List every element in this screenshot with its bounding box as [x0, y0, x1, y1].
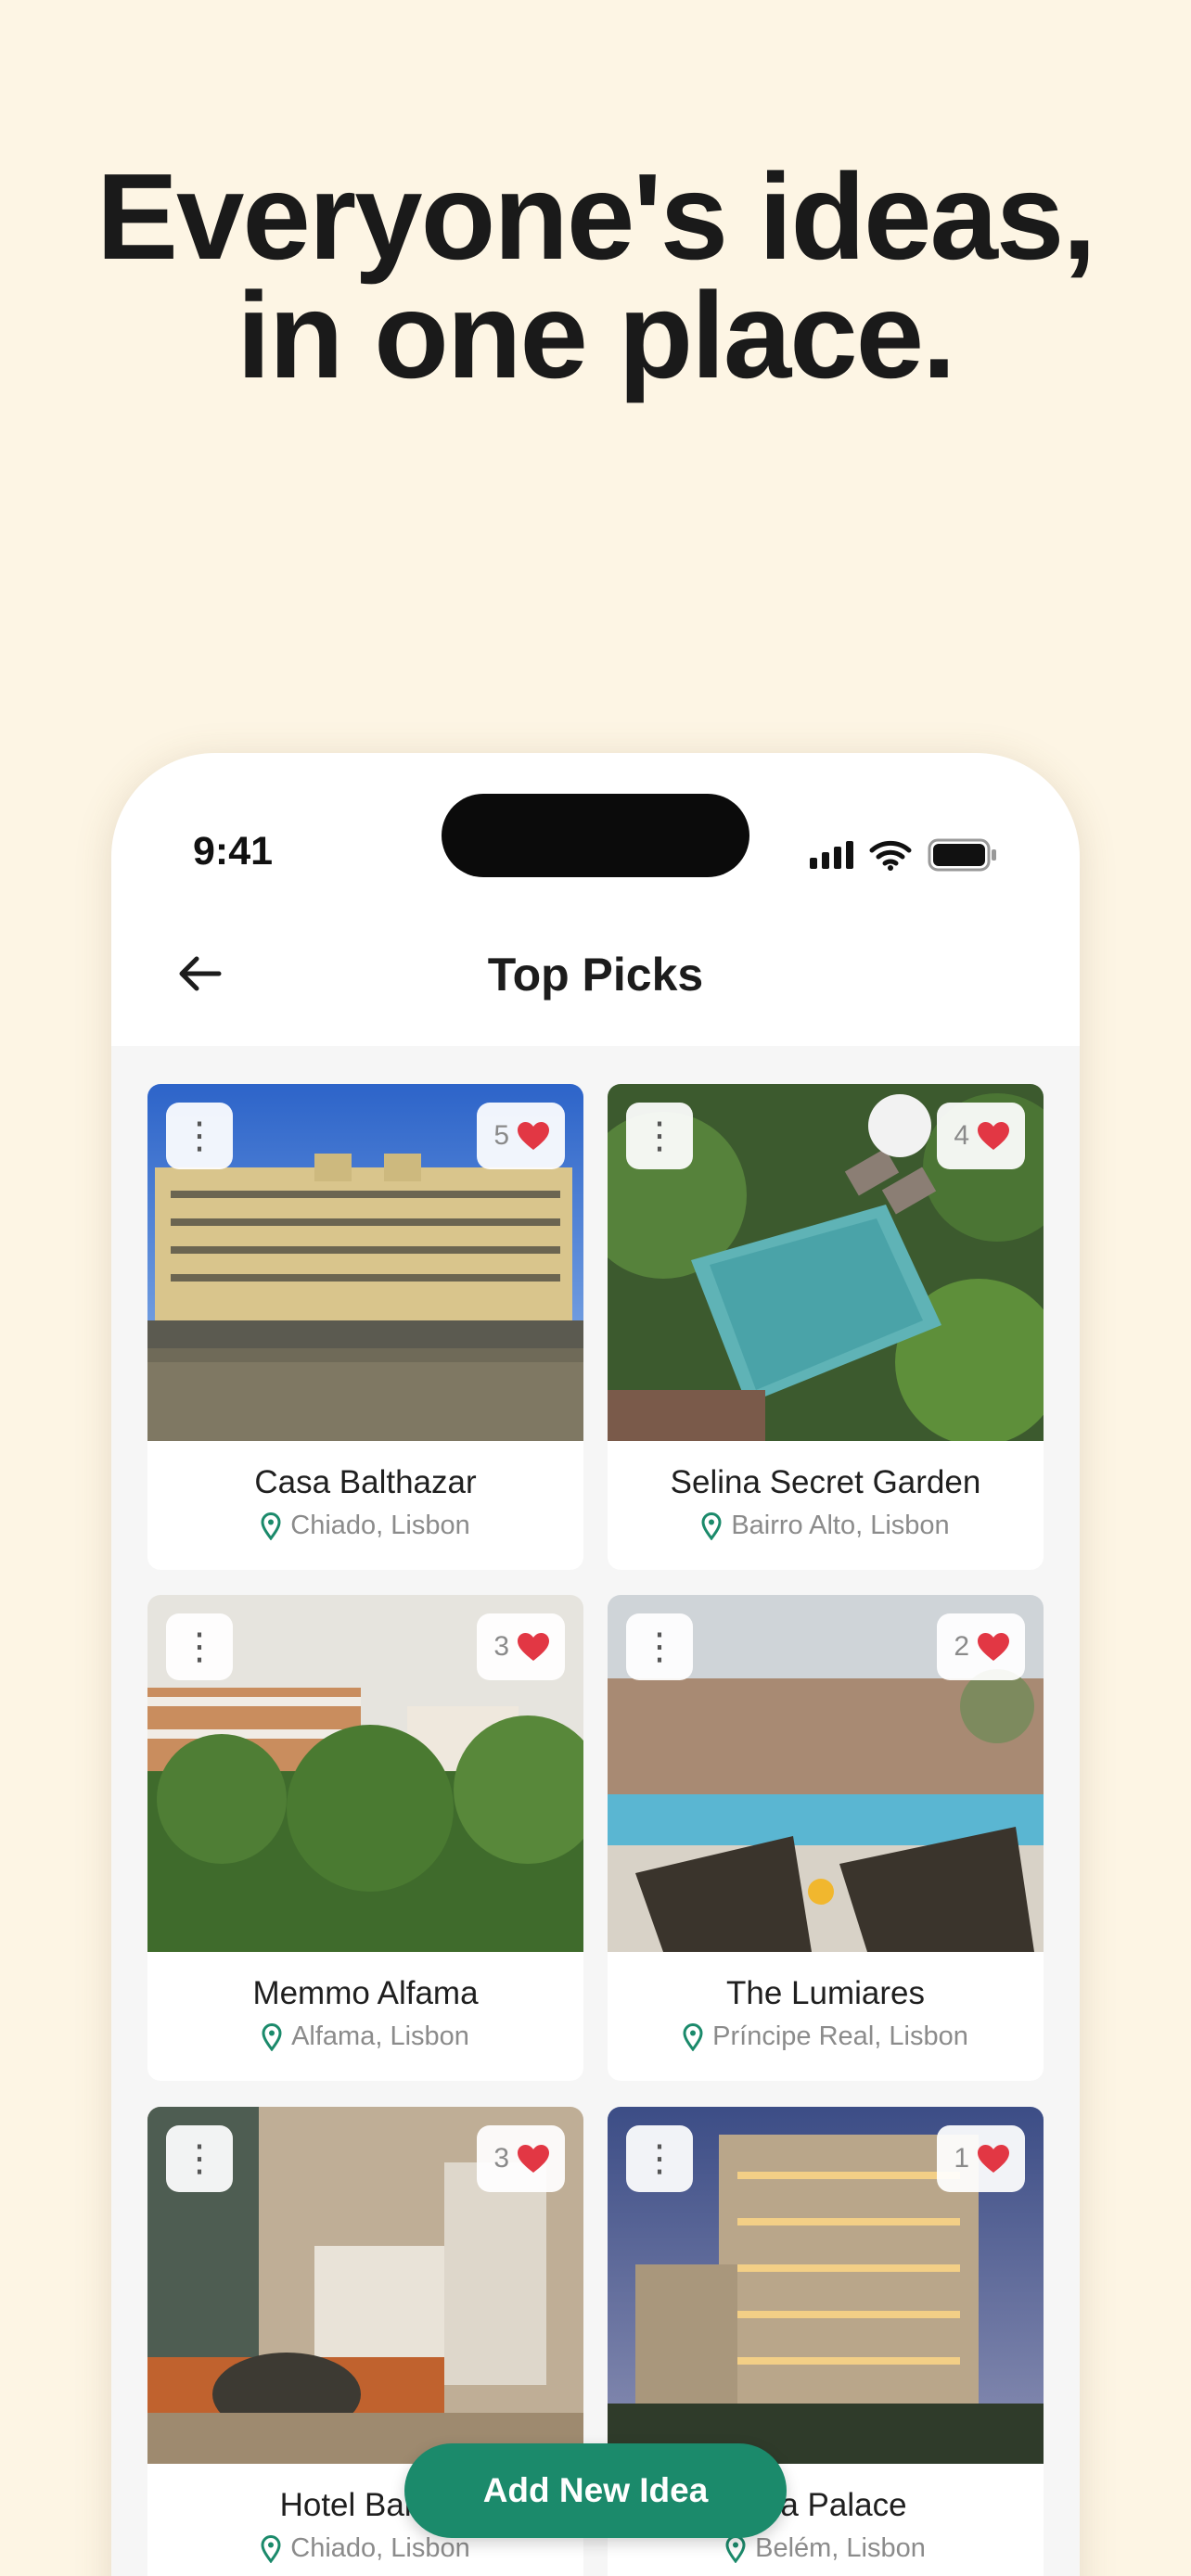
likes-badge[interactable]: 2: [937, 1613, 1025, 1680]
headline-line-1: Everyone's ideas,: [96, 148, 1096, 285]
dynamic-island: [442, 794, 749, 877]
likes-count: 5: [493, 1120, 509, 1151]
card-menu-button[interactable]: ⋮: [166, 1613, 233, 1680]
card-name: Memmo Alfama: [252, 1975, 479, 2011]
headline: Everyone's ideas, in one place.: [0, 148, 1191, 403]
status-icons: [810, 838, 998, 872]
wifi-icon: [868, 839, 913, 871]
phone-mockup: 9:41 Top Picks ⋮ 5 Casa Balthazar Chiado…: [111, 753, 1080, 2576]
likes-badge[interactable]: 5: [477, 1103, 565, 1169]
heart-icon: [978, 2145, 1009, 2173]
card-location: Príncipe Real, Lisbon: [608, 2021, 1044, 2052]
ideas-grid: ⋮ 5 Casa Balthazar Chiado, Lisbon ⋮ 4 Se…: [111, 1046, 1080, 2576]
idea-card[interactable]: ⋮ 5 Casa Balthazar Chiado, Lisbon: [147, 1084, 583, 1570]
card-location-text: Chiado, Lisbon: [290, 1511, 470, 1540]
heart-icon: [978, 1633, 1009, 1661]
heart-icon: [518, 1122, 549, 1150]
page-title: Top Picks: [487, 949, 704, 1001]
location-pin-icon: [261, 2534, 281, 2563]
nav-bar: Top Picks: [111, 901, 1080, 1046]
card-name: Casa Balthazar: [254, 1464, 477, 1500]
idea-card[interactable]: ⋮ 4 Selina Secret Garden Bairro Alto, Li…: [608, 1084, 1044, 1570]
card-location-text: Chiado, Lisbon: [290, 2533, 470, 2563]
likes-count: 3: [493, 2143, 509, 2174]
status-time: 9:41: [193, 829, 274, 874]
status-bar: 9:41: [111, 753, 1080, 901]
card-location: Bairro Alto, Lisbon: [608, 1511, 1044, 1541]
likes-count: 2: [954, 1631, 969, 1662]
idea-card[interactable]: ⋮ 2 The Lumiares Príncipe Real, Lisbon: [608, 1595, 1044, 2081]
idea-card[interactable]: ⋮ 3 Memmo Alfama Alfama, Lisbon: [147, 1595, 583, 2081]
battery-icon: [928, 838, 998, 872]
card-location: Alfama, Lisbon: [147, 2021, 583, 2052]
card-location-text: Alfama, Lisbon: [291, 2021, 469, 2051]
heart-icon: [978, 1122, 1009, 1150]
card-name: The Lumiares: [726, 1975, 925, 2011]
location-pin-icon: [262, 2022, 282, 2051]
card-menu-button[interactable]: ⋮: [166, 1103, 233, 1169]
location-pin-icon: [701, 1511, 722, 1540]
likes-badge[interactable]: 1: [937, 2125, 1025, 2192]
likes-count: 4: [954, 1120, 969, 1151]
heart-icon: [518, 1633, 549, 1661]
location-pin-icon: [683, 2022, 703, 2051]
card-menu-button[interactable]: ⋮: [166, 2125, 233, 2192]
likes-badge[interactable]: 3: [477, 1613, 565, 1680]
card-menu-button[interactable]: ⋮: [626, 1103, 693, 1169]
location-pin-icon: [261, 1511, 281, 1540]
card-location-text: Bairro Alto, Lisbon: [731, 1511, 950, 1540]
likes-badge[interactable]: 4: [937, 1103, 1025, 1169]
cellular-signal-icon: [810, 841, 853, 869]
card-location-text: Príncipe Real, Lisbon: [712, 2021, 968, 2051]
likes-count: 1: [954, 2143, 969, 2174]
likes-badge[interactable]: 3: [477, 2125, 565, 2192]
card-location-text: Belém, Lisbon: [755, 2533, 926, 2563]
card-menu-button[interactable]: ⋮: [626, 2125, 693, 2192]
location-pin-icon: [725, 2534, 746, 2563]
card-name: Selina Secret Garden: [670, 1464, 981, 1500]
heart-icon: [518, 2145, 549, 2173]
card-menu-button[interactable]: ⋮: [626, 1613, 693, 1680]
card-location: Chiado, Lisbon: [147, 1511, 583, 1541]
likes-count: 3: [493, 1631, 509, 1662]
headline-line-2: in one place.: [237, 267, 956, 403]
add-new-idea-button[interactable]: Add New Idea: [404, 2443, 787, 2538]
